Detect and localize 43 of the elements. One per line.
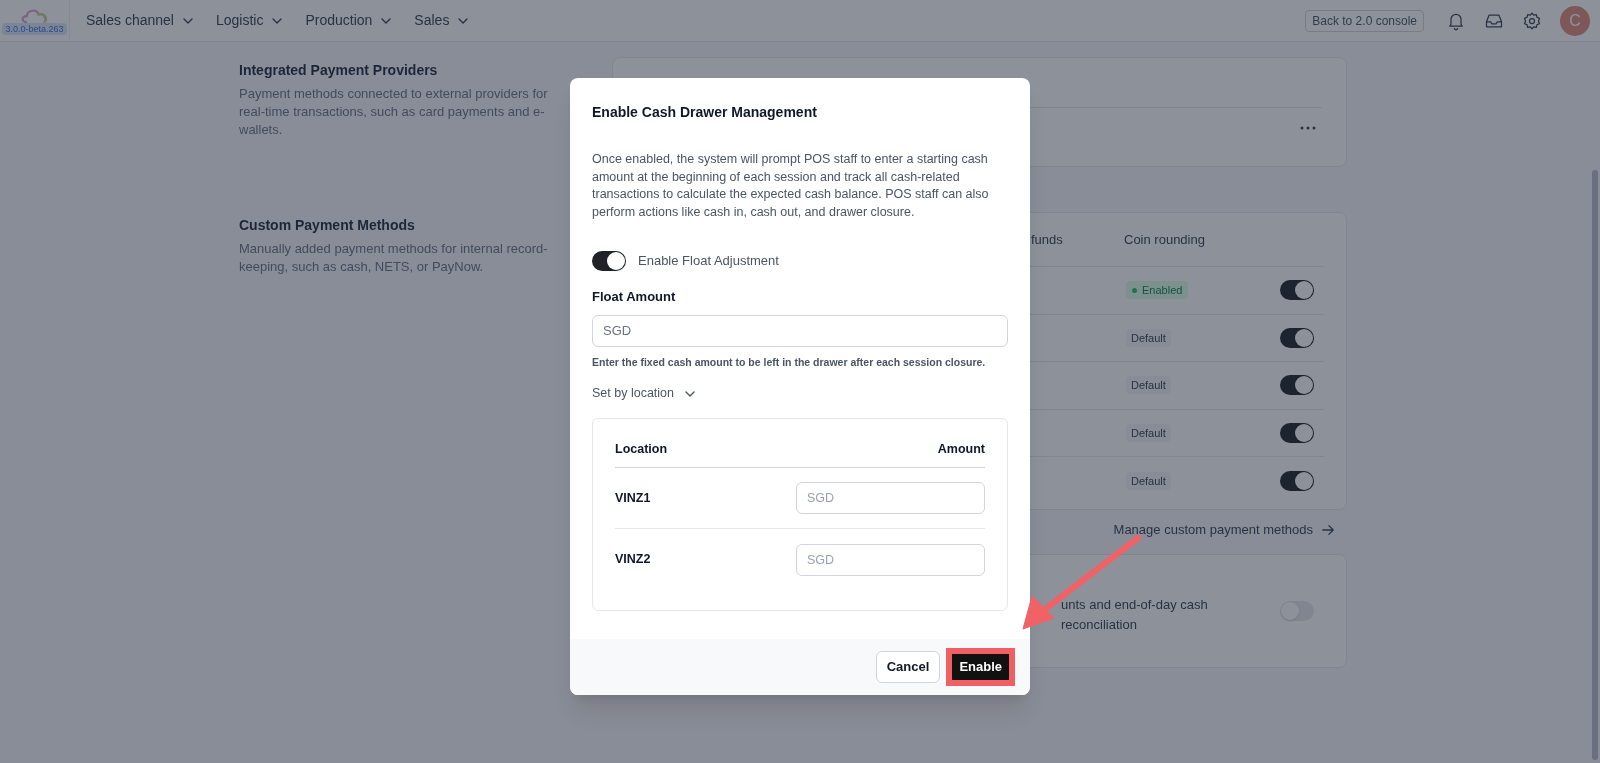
table-cell-text: VINZ2 (615, 551, 651, 569)
input-field[interactable]: SGD (796, 543, 985, 576)
section-description: Manually added payment methods for internal record-keeping, such as cash, NETS, or PayNow. (239, 240, 549, 276)
more-icon[interactable] (1300, 125, 1316, 131)
cancel-button[interactable]: Cancel (875, 651, 941, 683)
nav-menu[interactable]: Production (305, 10, 393, 31)
toggle-switch[interactable] (1280, 375, 1314, 396)
table-cell-text: VINZ1 (615, 489, 651, 507)
nav-menu[interactable]: Logistic (215, 10, 284, 31)
toggle-switch[interactable] (1280, 280, 1314, 301)
nav-menu[interactable]: Sales (414, 10, 470, 31)
field-hint: Enter the fixed cash amount to be left in the drawer after each session closure. (592, 354, 987, 370)
settings-icon[interactable] (1522, 10, 1542, 31)
status-badge: Default (1126, 471, 1171, 490)
card-description: unts and end-of-day cash reconciliation (1061, 596, 1209, 634)
console-button[interactable]: Back to 2.0 console (1305, 9, 1424, 32)
field-label: Float Amount (592, 288, 677, 306)
nav-menu[interactable]: Sales channel (86, 10, 194, 31)
section-title: Custom Payment Methods (239, 216, 416, 235)
toggle-switch[interactable] (1280, 470, 1314, 491)
toggle-switch[interactable] (592, 251, 626, 271)
toggle-switch[interactable] (1280, 422, 1314, 443)
status-badge: Default (1126, 423, 1171, 442)
status-badge: Default (1126, 376, 1171, 395)
status-badge: Default (1126, 328, 1171, 347)
status-badge: Enabled (1126, 281, 1189, 300)
section-title: Integrated Payment Providers (239, 61, 439, 80)
toggle-label: Enable Float Adjustment (638, 252, 779, 271)
input-field[interactable]: SGD (592, 314, 1008, 347)
toggle-switch[interactable] (1280, 327, 1314, 348)
manage-link[interactable]: Manage custom payment methods (1113, 520, 1335, 540)
input-field[interactable]: SGD (796, 482, 985, 514)
column-header: Coin rounding (1124, 230, 1205, 249)
column-header: funds (1031, 230, 1064, 249)
dialog-description: Once enabled, the system will prompt POS staff to enter a starting cash amount at the beginning of each session and track all cash-related transactions to calculate the expected cash balance. POS staff can also perform actions like cash in, cash out, and drawer closure. (592, 151, 990, 221)
dialog-title: Enable Cash Drawer Management (592, 103, 818, 122)
column-header: Location (615, 440, 668, 458)
version-badge: 3.0.0-beta.263 (2, 22, 67, 35)
enable-button[interactable]: Enable (952, 654, 1009, 680)
section-description: Payment methods connected to external providers for real-time transactions, such as card payments and e-wallets. (239, 85, 549, 139)
column-header: Amount (937, 440, 985, 458)
set-by-location-toggle[interactable]: Set by location (592, 384, 696, 403)
arrow-right-icon[interactable] (1321, 522, 1335, 537)
